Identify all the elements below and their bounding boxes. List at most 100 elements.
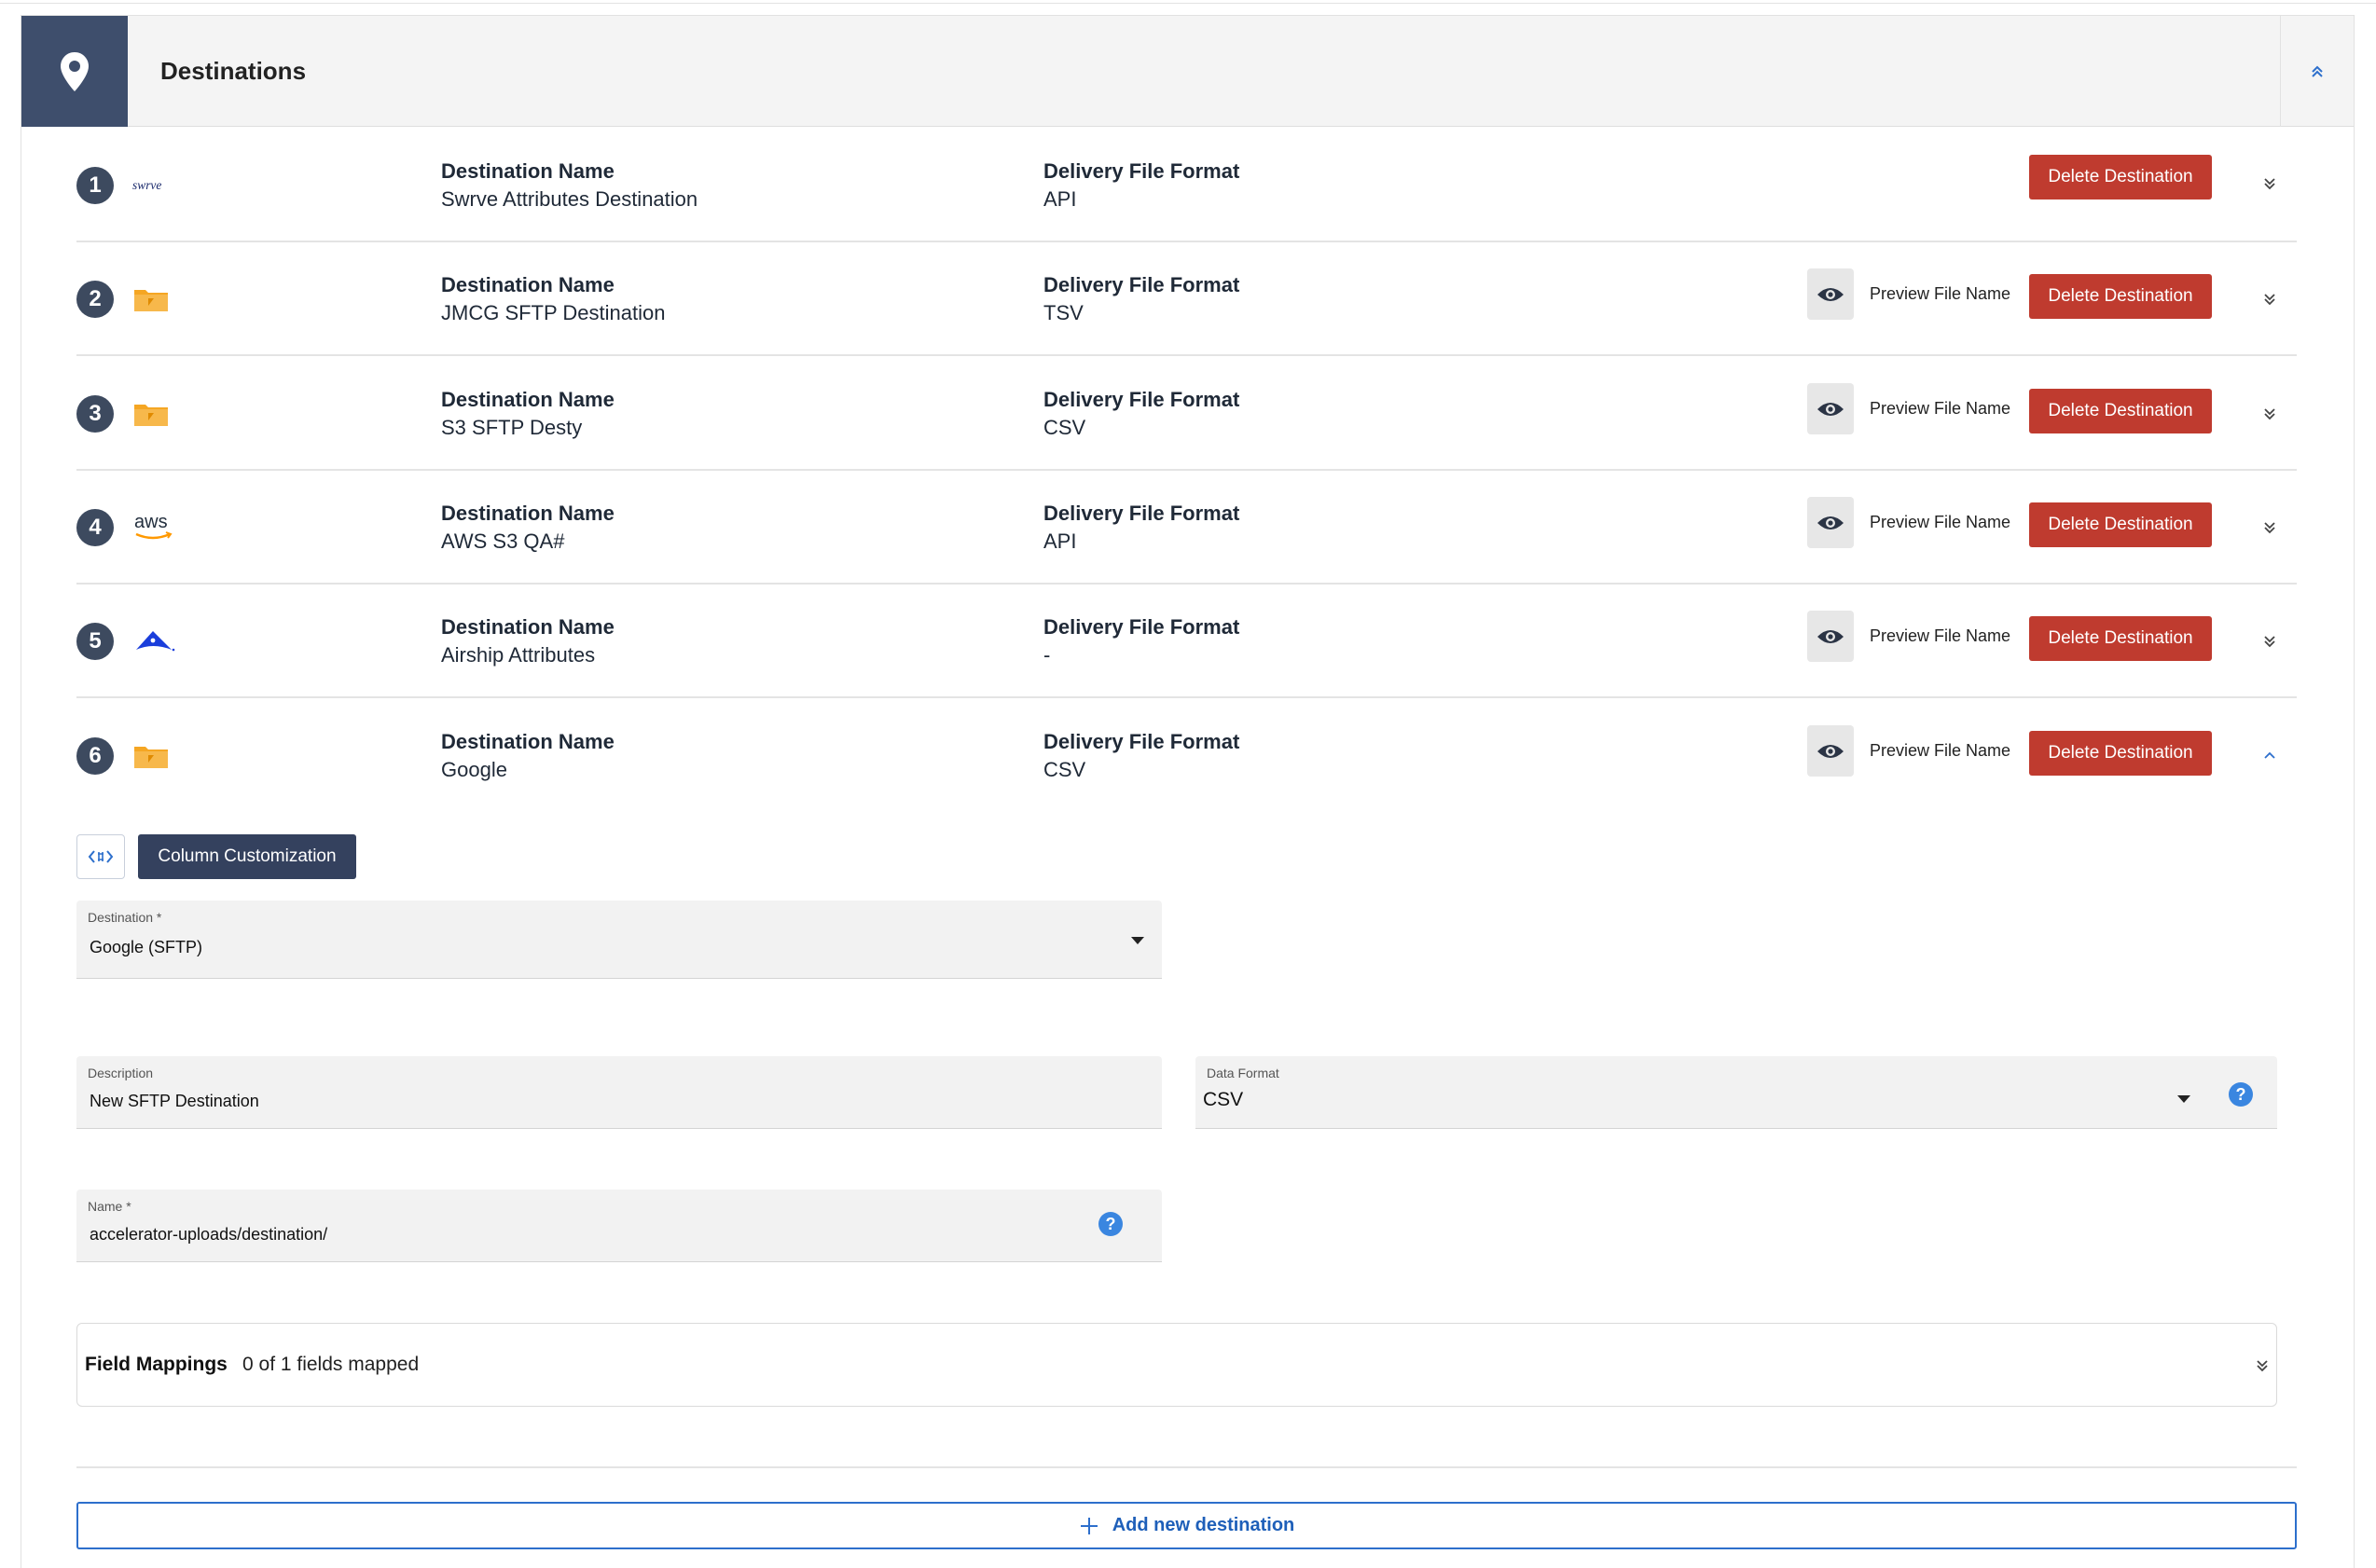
add-new-destination-label: Add new destination: [1112, 1515, 1295, 1535]
destination-name-label: Destination Name: [441, 273, 615, 296]
field-mappings-label: Field Mappings: [85, 1354, 228, 1375]
delivery-file-format-label: Delivery File Format: [1043, 615, 1240, 639]
chevron-down-icon[interactable]: [2256, 170, 2284, 198]
delivery-file-format-value: API: [1043, 187, 1077, 211]
delivery-file-format-label: Delivery File Format: [1043, 730, 1240, 753]
delivery-file-format-label: Delivery File Format: [1043, 273, 1240, 296]
row-number-badge: 3: [76, 395, 114, 433]
description-field[interactable]: Description New SFTP Destination: [76, 1056, 1162, 1129]
preview-file-name-label[interactable]: Preview File Name: [1870, 626, 2010, 646]
name-value: accelerator-uploads/destination/: [90, 1225, 328, 1244]
delivery-file-format-label: Delivery File Format: [1043, 388, 1240, 411]
destination-name-value: Swrve Attributes Destination: [441, 187, 698, 211]
destination-name-value: S3 SFTP Desty: [441, 416, 583, 439]
row-number-badge: 2: [76, 281, 114, 318]
destination-name-value: Google: [441, 758, 507, 781]
delivery-file-format-value: API: [1043, 530, 1077, 553]
location-pin-icon: [21, 16, 128, 127]
destination-name-label: Destination Name: [441, 388, 615, 411]
destination-name-value: Airship Attributes: [441, 643, 596, 667]
field-mappings-accordion[interactable]: Field Mappings 0 of 1 fields mapped: [76, 1323, 2277, 1407]
preview-file-name-button[interactable]: [1807, 268, 1854, 320]
row-number-badge: 4: [76, 509, 114, 546]
help-icon[interactable]: ?: [1098, 1212, 1123, 1236]
eye-icon: [1817, 402, 1844, 416]
destination-row: 1 swrve Destination Name Swrve Attributes D…: [76, 129, 2297, 242]
destination-row: 3 Destination Name S3 SFTP Desty Delivery F…: [76, 357, 2297, 471]
eye-icon: [1817, 287, 1844, 301]
panel-title: Destinations: [160, 57, 307, 85]
sftp-folder-icon: [132, 278, 177, 321]
delete-destination-button[interactable]: Delete Destination: [2029, 274, 2212, 319]
destination-row: 6 Destination Name Google Delivery File For…: [76, 699, 2297, 813]
destination-name-label: Destination Name: [441, 159, 615, 183]
preview-file-name-label[interactable]: Preview File Name: [1870, 284, 2010, 304]
sftp-folder-icon: [132, 735, 177, 777]
delete-destination-button[interactable]: Delete Destination: [2029, 389, 2212, 433]
add-new-destination-button[interactable]: Add new destination: [76, 1502, 2297, 1549]
delete-destination-button[interactable]: Delete Destination: [2029, 502, 2212, 547]
airship-logo: [132, 620, 177, 663]
delivery-file-format-value: -: [1043, 643, 1051, 667]
data-format-select[interactable]: Data Format CSV ?: [1195, 1056, 2277, 1129]
eye-icon: [1817, 744, 1844, 758]
delete-destination-button[interactable]: Delete Destination: [2029, 616, 2212, 661]
destination-select-label: Destination *: [88, 910, 162, 925]
name-field[interactable]: Name * accelerator-uploads/destination/ …: [76, 1190, 1162, 1262]
preview-file-name-button[interactable]: [1807, 497, 1854, 548]
eye-icon: [1817, 629, 1844, 643]
chevron-down-icon[interactable]: [2256, 627, 2284, 655]
code-brackets-icon: [88, 850, 114, 863]
preview-file-name-button[interactable]: [1807, 611, 1854, 662]
delivery-file-format-label: Delivery File Format: [1043, 502, 1240, 525]
double-chevron-up-icon: [2312, 65, 2323, 77]
dropdown-caret-icon: [1131, 937, 1144, 944]
preview-file-name-label[interactable]: Preview File Name: [1870, 741, 2010, 761]
top-rule: [0, 0, 2376, 4]
destination-name-label: Destination Name: [441, 730, 615, 753]
preview-file-name-button[interactable]: [1807, 725, 1854, 777]
delivery-file-format-label: Delivery File Format: [1043, 159, 1240, 183]
svg-text:swrve: swrve: [132, 178, 161, 192]
destination-name-label: Destination Name: [441, 502, 615, 525]
panel-header[interactable]: Destinations: [21, 16, 2354, 127]
plus-icon: [1080, 1517, 1098, 1534]
swrve-logo: swrve: [132, 164, 177, 207]
row-number-badge: 5: [76, 623, 114, 660]
chevron-down-icon[interactable]: [2256, 285, 2284, 313]
svg-text:aws: aws: [134, 512, 168, 532]
row-number-badge: 1: [76, 167, 114, 204]
delivery-file-format-value: CSV: [1043, 758, 1086, 781]
description-value: New SFTP Destination: [90, 1092, 259, 1110]
aws-logo: aws: [132, 506, 177, 549]
data-format-value: CSV: [1203, 1089, 1244, 1110]
eye-icon: [1817, 516, 1844, 530]
delete-destination-button[interactable]: Delete Destination: [2029, 155, 2212, 199]
chevron-down-icon[interactable]: [2256, 400, 2284, 428]
row-number-badge: 6: [76, 737, 114, 775]
collapse-panel-button[interactable]: [2280, 16, 2354, 127]
divider: [76, 1466, 2297, 1468]
field-mappings-count: 0 of 1 fields mapped: [242, 1354, 420, 1375]
column-mapping-icon-button[interactable]: [76, 834, 125, 879]
delete-destination-button[interactable]: Delete Destination: [2029, 731, 2212, 776]
destination-row: 2 Destination Name JMCG SFTP Destination De…: [76, 242, 2297, 356]
chevron-up-icon[interactable]: [2256, 742, 2284, 770]
name-label: Name *: [88, 1199, 131, 1214]
description-label: Description: [88, 1066, 154, 1080]
destination-row: 4 aws Destination Name AWS S3 QA# Delivery F…: [76, 471, 2297, 585]
destination-select-value: Google (SFTP): [90, 938, 203, 956]
data-format-label: Data Format: [1207, 1066, 1279, 1080]
chevron-down-icon[interactable]: [2248, 1352, 2276, 1380]
chevron-down-icon[interactable]: [2256, 514, 2284, 542]
destination-select[interactable]: Destination * Google (SFTP): [76, 901, 1162, 979]
column-customization-button[interactable]: Column Customization: [138, 834, 356, 879]
destination-name-value: AWS S3 QA#: [441, 530, 565, 553]
preview-file-name-label[interactable]: Preview File Name: [1870, 513, 2010, 532]
preview-file-name-label[interactable]: Preview File Name: [1870, 399, 2010, 419]
help-icon[interactable]: ?: [2229, 1082, 2253, 1107]
preview-file-name-button[interactable]: [1807, 383, 1854, 434]
sftp-folder-icon: [132, 392, 177, 435]
dropdown-caret-icon: [2177, 1095, 2190, 1103]
destination-name-value: JMCG SFTP Destination: [441, 301, 666, 324]
